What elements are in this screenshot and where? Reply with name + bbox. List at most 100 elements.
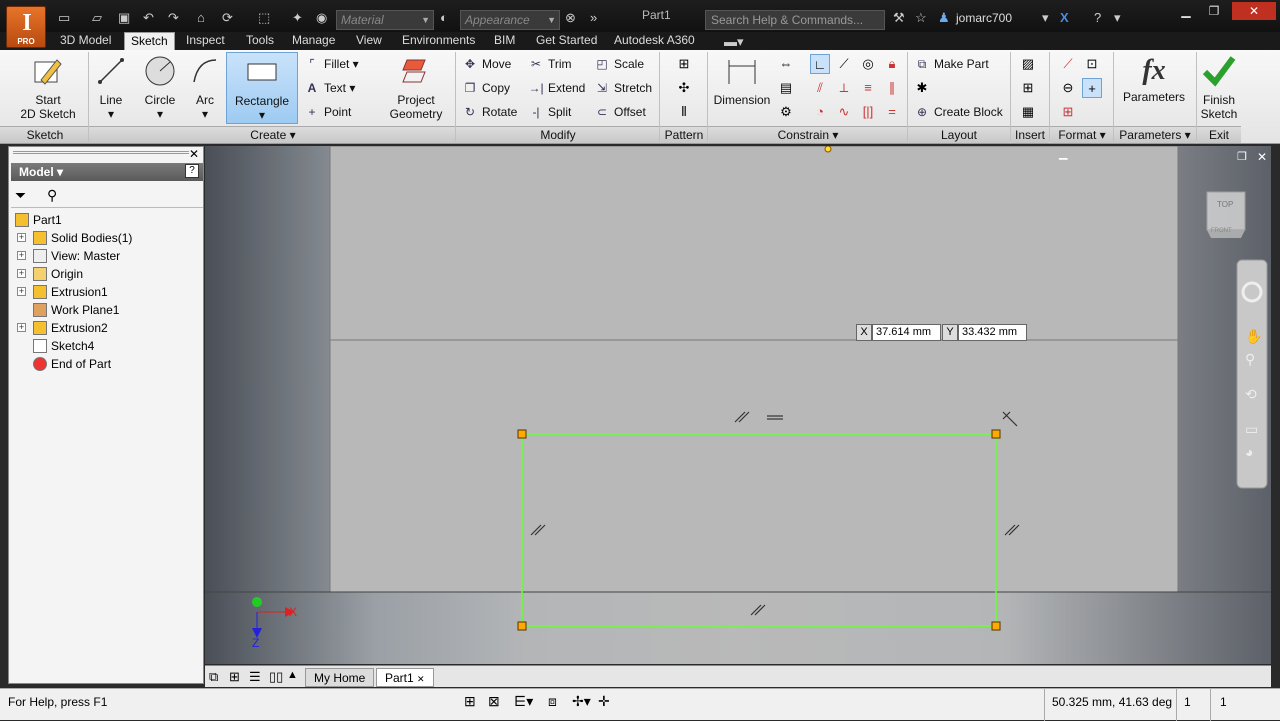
expand-icon[interactable]: + [17,269,26,278]
stretch-button[interactable]: ⇲ Stretch [594,78,652,98]
minimize-icon[interactable]: ▁ [1172,2,1200,20]
search-tools-icon[interactable]: ⚒ [893,10,905,26]
insert-image-icon[interactable]: ▨ [1018,54,1038,74]
new-icon[interactable]: ▭ [58,10,70,26]
parameters-panel-label[interactable]: Parameters ▾ [1114,126,1196,143]
maximize-icon[interactable]: ❐ [1200,2,1228,20]
insert-acad-icon[interactable]: ▦ [1018,102,1038,122]
tile-icon[interactable]: ⧉ [209,669,218,685]
expand-icon[interactable]: + [17,323,26,332]
tab-environments[interactable]: Environments [396,32,481,50]
material-combo[interactable]: Material ▼ [336,10,434,30]
favorites-icon[interactable]: ☆ [915,10,927,26]
show-format-icon[interactable]: + [1082,78,1102,98]
rectangle-button[interactable]: Rectangle ▾ [226,52,298,124]
offset-button[interactable]: ⊂ Offset [594,102,646,122]
vertical-constraint-icon[interactable]: ∥ [882,78,902,98]
user-dropdown-icon[interactable]: ▾ [1042,10,1049,26]
degrees-of-freedom-icon[interactable]: ⧈ [548,693,557,710]
tab-sketch[interactable]: Sketch [124,32,175,50]
exchange-icon[interactable]: X [1060,10,1069,26]
arc-button[interactable]: Arc ▾ [186,52,224,121]
centerline-icon[interactable]: ⊞ [1058,102,1078,122]
x-coordinate-field[interactable]: 37.614 mm [872,324,941,341]
viewport-close-icon[interactable]: ✕ [1257,150,1267,164]
sketch-canvas[interactable] [205,146,1271,664]
expand-icon[interactable]: + [17,251,26,260]
update-icon[interactable]: ⟳ [222,10,233,26]
user-name[interactable]: jomarc700 [956,11,1012,25]
pan-icon[interactable]: ✋ [1245,328,1262,345]
tree-node[interactable]: + Solid Bodies(1) [13,229,201,247]
save-icon[interactable]: ▣ [118,10,130,26]
tab-bim[interactable]: BIM [488,32,521,50]
fillet-button[interactable]: ⌜ Fillet ▾ [304,54,359,74]
extend-button[interactable]: →| Extend [528,78,585,98]
relax-mode-icon[interactable]: ⚙ [776,102,796,122]
tree-node[interactable]: Part1 [13,211,201,229]
rectangular-pattern-icon[interactable]: ⊞ [674,54,694,74]
project-geometry-button[interactable]: Project Geometry [384,52,448,121]
zoom-icon[interactable]: ⚲ [1245,351,1255,368]
split-button[interactable]: -| Split [528,102,571,122]
tab-3d-model[interactable]: 3D Model [54,32,117,50]
tab-manage[interactable]: Manage [286,32,341,50]
tree-node[interactable]: Work Plane1 [13,301,201,319]
expand-icon[interactable]: + [17,287,26,296]
filter-icon[interactable]: ⏷ [15,187,26,204]
text-button[interactable]: A Text ▾ [304,78,356,98]
create-block-button[interactable]: ⊕ Create Block [914,102,1003,122]
grid-display-icon[interactable]: ⊞ [464,693,476,710]
parallel-constraint-icon[interactable]: ⫽ [810,78,830,98]
make-components-icon[interactable]: ✱ [912,78,932,98]
viewcube-top-label[interactable]: TOP [1217,200,1233,209]
scroll-up-icon[interactable]: ▲ [287,669,298,681]
mirror-icon[interactable]: ⫴ [674,102,694,122]
open-icon[interactable]: ▱ [92,10,102,26]
orbit-icon[interactable]: ⟲ [1245,386,1257,403]
viewcube-front-label[interactable]: FRONT [1211,228,1232,234]
tree-node[interactable]: + Extrusion1 [13,283,201,301]
graphics-viewport[interactable]: ▁ ❐ ✕ X 37.614 mm Y 33.432 mm TOP FRONT … [205,146,1271,664]
start-2d-sketch-button[interactable]: Start 2D Sketch [12,52,84,121]
tree-node[interactable]: Sketch4 [13,337,201,355]
format-panel-label[interactable]: Format ▾ [1050,126,1114,143]
arrange-horizontal-icon[interactable]: ☰ [249,669,261,685]
appearance-combo[interactable]: Appearance ▼ [460,10,560,30]
expand-icon[interactable]: + [17,233,26,242]
point-button[interactable]: + Point [304,102,351,122]
trim-button[interactable]: ✂ Trim [528,54,572,74]
find-icon[interactable]: ⚲ [47,187,57,204]
equal-constraint-icon[interactable]: = [882,102,902,122]
sketch-analysis-icon[interactable]: ⊠ [488,693,500,710]
viewport-minimize-icon[interactable]: ▁ [1059,147,1067,160]
tab-autodesk-a360[interactable]: Autodesk A360 [608,32,701,50]
arrange-vertical-icon[interactable]: ▯▯ [269,669,283,685]
construction-icon[interactable]: ⟋ [1058,54,1078,74]
insert-points-icon[interactable]: ⊞ [1018,78,1038,98]
coincident-constraint-icon[interactable]: ∟ [810,54,830,74]
more-icon[interactable]: » [590,10,597,26]
tab-options-icon[interactable]: ▬▾ [724,34,744,50]
finish-sketch-button[interactable]: Finish Sketch [1198,52,1240,121]
tangent-constraint-icon[interactable]: ◔ [810,102,830,122]
collinear-constraint-icon[interactable]: ⟋ [834,54,854,74]
driven-dimension-icon[interactable]: ⊡ [1082,54,1102,74]
create-panel-label[interactable]: Create ▾ [90,126,456,143]
perpendicular-constraint-icon[interactable]: ⟂ [834,78,854,98]
tab-get-started[interactable]: Get Started [530,32,603,50]
cascade-icon[interactable]: ⊞ [229,669,240,685]
dimension-button[interactable]: Dimension [712,52,772,107]
help-icon[interactable]: ? [1094,10,1101,26]
tab-part1[interactable]: Part1 ✕ [376,668,434,687]
redo-icon[interactable]: ↷ [168,10,179,26]
concentric-constraint-icon[interactable]: ◎ [858,54,878,74]
measure-icon[interactable]: ✦ [292,10,303,26]
copy-button[interactable]: ❐ Copy [462,78,510,98]
viewport-restore-icon[interactable]: ❐ [1237,150,1247,163]
line-button[interactable]: Line ▾ [92,52,130,121]
select-icon[interactable]: ⬚ [258,10,270,26]
close-tab-icon[interactable]: ✕ [417,674,425,684]
close-browser-icon[interactable]: ✕ [189,147,199,161]
circular-pattern-icon[interactable]: ✣ [674,78,694,98]
